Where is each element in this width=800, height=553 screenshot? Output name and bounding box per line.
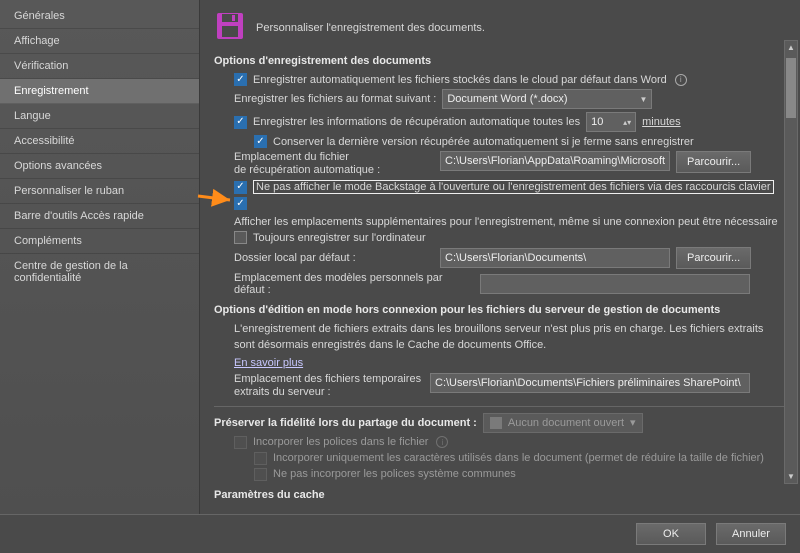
content-pane: Personnaliser l'enregistrement des docum… <box>200 0 800 514</box>
ok-button[interactable]: OK <box>636 523 706 545</box>
document-icon <box>490 417 502 429</box>
input-temp-loc[interactable] <box>430 373 750 393</box>
label-embed-chars: Incorporer uniquement les caractères uti… <box>273 452 764 464</box>
checkbox-autorecover[interactable] <box>234 116 247 129</box>
checkbox-show-additional[interactable] <box>234 197 247 210</box>
checkbox-keep-last[interactable] <box>254 135 267 148</box>
checkbox-embed-fonts <box>234 436 247 449</box>
sidebar-item-trust[interactable]: Centre de gestion de la confidentialité <box>0 254 199 290</box>
sidebar-item-ribbon[interactable]: Personnaliser le ruban <box>0 179 199 204</box>
section-save-options: Options d'enregistrement des documents <box>214 55 786 67</box>
label-templates: Emplacement des modèles personnels par d… <box>234 272 474 296</box>
input-autorecover-minutes[interactable]: 10 ▴▾ <box>586 112 636 132</box>
sidebar-item-language[interactable]: Langue <box>0 104 199 129</box>
sidebar-item-advanced[interactable]: Options avancées <box>0 154 199 179</box>
label-minutes: minutes <box>642 116 681 128</box>
checkbox-embed-sys <box>254 468 267 481</box>
section-offline: Options d'édition en mode hors connexion… <box>214 304 786 316</box>
checkbox-autosave-cloud[interactable] <box>234 73 247 86</box>
section-fidelity: Préserver la fidélité lors du partage du… <box>214 417 477 429</box>
label-keep-last: Conserver la dernière version récupérée … <box>273 136 694 148</box>
input-local-folder[interactable] <box>440 248 670 268</box>
section-cache: Paramètres du cache <box>214 489 786 501</box>
label-save-format: Enregistrer les fichiers au format suiva… <box>234 93 436 105</box>
input-autorecover-loc[interactable] <box>440 151 670 171</box>
scroll-up-icon[interactable]: ▲ <box>787 41 795 54</box>
label-local-folder: Dossier local par défaut : <box>234 252 434 264</box>
select-save-format[interactable]: Document Word (*.docx) ▼ <box>442 89 652 109</box>
link-learn-more[interactable]: En savoir plus <box>234 357 303 369</box>
label-temp-loc2: extraits du serveur : <box>234 386 424 399</box>
fidelity-doc-value: Aucun document ouvert <box>508 417 624 429</box>
checkbox-no-backstage[interactable] <box>234 181 247 194</box>
label-autorecover-loc2: de récupération automatique : <box>234 164 434 177</box>
label-show-additional: Afficher les emplacements supplémentaire… <box>234 216 778 228</box>
scroll-down-icon[interactable]: ▼ <box>787 470 795 483</box>
label-autosave-cloud: Enregistrer automatiquement les fichiers… <box>253 74 667 86</box>
dialog-footer: OK Annuler <box>0 514 800 553</box>
sidebar-item-display[interactable]: Affichage <box>0 29 199 54</box>
sidebar: Générales Affichage Vérification Enregis… <box>0 0 200 514</box>
checkbox-embed-chars <box>254 452 267 465</box>
browse-autorecover-button[interactable]: Parcourir... <box>676 151 751 173</box>
save-icon <box>214 10 246 45</box>
sidebar-item-accessibility[interactable]: Accessibilité <box>0 129 199 154</box>
label-temp-loc1: Emplacement des fichiers temporaires <box>234 373 424 386</box>
sidebar-item-save[interactable]: Enregistrement <box>0 79 199 104</box>
label-embed-fonts: Incorporer les polices dans le fichier <box>253 436 428 448</box>
checkbox-always-local[interactable] <box>234 231 247 244</box>
offline-note: L'enregistrement de fichiers extraits da… <box>234 322 786 353</box>
cancel-button[interactable]: Annuler <box>716 523 786 545</box>
sidebar-item-addins[interactable]: Compléments <box>0 229 199 254</box>
chevron-down-icon: ▾ <box>630 416 636 429</box>
label-autorecover-loc1: Emplacement du fichier <box>234 151 434 164</box>
sidebar-item-proofing[interactable]: Vérification <box>0 54 199 79</box>
select-save-format-value: Document Word (*.docx) <box>447 93 567 105</box>
sidebar-item-general[interactable]: Générales <box>0 4 199 29</box>
label-autorecover: Enregistrer les informations de récupéra… <box>253 116 580 128</box>
autorecover-value: 10 <box>591 116 603 128</box>
page-title: Personnaliser l'enregistrement des docum… <box>256 22 485 34</box>
input-templates[interactable] <box>480 274 750 294</box>
scroll-thumb[interactable] <box>786 58 796 118</box>
label-embed-sys: Ne pas incorporer les polices système co… <box>273 468 516 480</box>
spinner-icon: ▴▾ <box>623 118 631 127</box>
info-icon: i <box>436 436 448 448</box>
chevron-down-icon: ▼ <box>639 95 647 104</box>
browse-local-button[interactable]: Parcourir... <box>676 247 751 269</box>
select-fidelity-doc[interactable]: Aucun document ouvert ▾ <box>483 413 643 433</box>
sidebar-item-qat[interactable]: Barre d'outils Accès rapide <box>0 204 199 229</box>
info-icon[interactable]: i <box>675 74 687 86</box>
label-always-local: Toujours enregistrer sur l'ordinateur <box>253 232 426 244</box>
label-no-backstage: Ne pas afficher le mode Backstage à l'ou… <box>253 180 774 194</box>
scrollbar-vertical[interactable]: ▲ ▼ <box>784 40 798 484</box>
